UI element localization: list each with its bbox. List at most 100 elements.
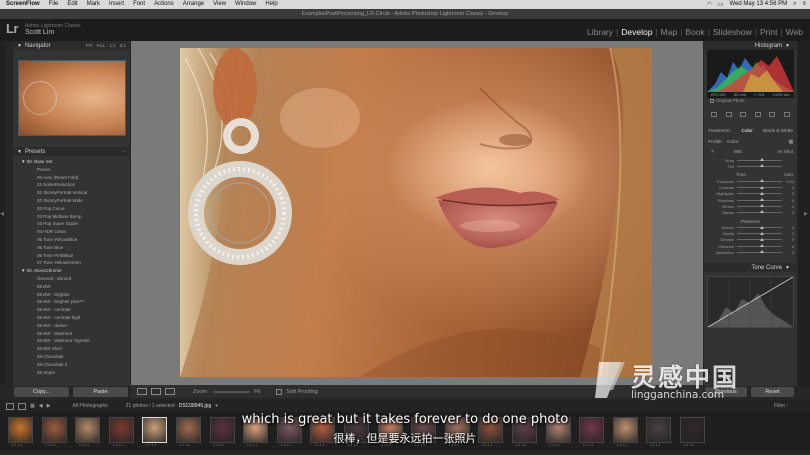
slider-knob[interactable] — [759, 191, 764, 195]
filmstrip-source[interactable]: All Photographs — [72, 403, 107, 409]
battery-icon[interactable]: ▭ — [718, 1, 724, 8]
tone-curve-header[interactable]: Tone Curve ▼ — [704, 263, 797, 273]
preset-item[interactable]: 59 BW - contrast high — [13, 314, 130, 322]
slider-track[interactable] — [737, 191, 782, 195]
preset-item[interactable]: 03 Pop Midtone Bump — [13, 213, 130, 221]
collapse-right-icon[interactable]: ▶ — [804, 211, 808, 217]
search-icon[interactable]: ⌕ — [793, 1, 796, 8]
menu-arrange[interactable]: Arrange — [183, 0, 204, 9]
eyedropper-icon[interactable]: ✎ — [711, 149, 715, 155]
filmstrip-view-1-icon[interactable] — [6, 402, 14, 410]
menu-font[interactable]: Font — [133, 0, 145, 9]
preset-item[interactable]: 59 BW - contrast — [13, 306, 130, 314]
slider-knob[interactable] — [759, 225, 764, 229]
preset-item[interactable]: 06 Tone Pink/Blue — [13, 252, 130, 260]
slider-track[interactable] — [737, 198, 782, 202]
slider-saturation[interactable]: Saturation 0 — [704, 249, 797, 255]
loupe-view-icon[interactable] — [137, 388, 147, 395]
preset-folder[interactable]: ▼ 08. Base Set — [13, 158, 130, 166]
module-map[interactable]: Map — [658, 27, 681, 37]
slider-value[interactable]: 0 — [782, 237, 794, 242]
slider-knob[interactable] — [759, 158, 764, 162]
filmstrip-view-2-icon[interactable] — [18, 402, 26, 410]
compare-icon[interactable] — [165, 388, 175, 395]
preset-item[interactable]: Preset — [13, 166, 130, 174]
preset-item[interactable]: 02 SkinnyPortrait Wide — [13, 197, 130, 205]
menu-clock[interactable]: Wed May 13 4:56 PM — [730, 1, 788, 8]
graduated-filter-icon[interactable] — [754, 111, 761, 117]
slider-value[interactable]: 0 — [782, 244, 794, 249]
soft-proofing-checkbox[interactable] — [276, 388, 283, 395]
slider-knob[interactable] — [759, 210, 764, 214]
slider-knob[interactable] — [759, 185, 764, 189]
menu-help[interactable]: Help — [265, 0, 277, 9]
forward-arrow-icon[interactable]: ▶ — [47, 403, 51, 409]
preset-item[interactable]: 01 NoiseReduction — [13, 181, 130, 189]
chevron-down-icon[interactable]: ▾ — [215, 403, 218, 409]
slider-track[interactable] — [737, 164, 782, 168]
slider-track[interactable] — [737, 237, 782, 241]
menu-file[interactable]: File — [49, 0, 59, 9]
profile-value[interactable]: Color — [727, 140, 738, 145]
preset-item[interactable]: 59 BW silver — [13, 345, 130, 353]
module-slideshow[interactable]: Slideshow — [710, 27, 755, 37]
histogram[interactable]: ISO 200 50 mm f / 5.6 1/200 sec — [707, 50, 794, 98]
module-book[interactable]: Book — [682, 27, 707, 37]
preset-item[interactable]: 00 Auto (Reset Fold) — [13, 174, 130, 182]
slider-value[interactable]: 0.00 — [782, 179, 794, 184]
slider-value[interactable]: 0 — [782, 198, 794, 203]
radial-filter-icon[interactable] — [769, 111, 776, 117]
before-after-icon[interactable] — [151, 388, 161, 395]
slider-track[interactable] — [737, 158, 782, 162]
wb-value[interactable]: As Shot — [777, 149, 793, 154]
slider-track[interactable] — [737, 231, 782, 235]
back-arrow-icon[interactable]: ◀ — [39, 403, 43, 409]
preset-item[interactable]: 05 Tone Yellow/Blue — [13, 236, 130, 244]
slider-knob[interactable] — [759, 164, 764, 168]
module-library[interactable]: Library — [584, 27, 616, 37]
preset-item[interactable]: 04 HDR Clean — [13, 228, 130, 236]
menu-window[interactable]: Window — [235, 0, 256, 9]
add-preset-icon[interactable]: − — [123, 149, 126, 154]
crop-tool-icon[interactable] — [711, 111, 718, 117]
treatment-bw[interactable]: Black & White — [763, 129, 793, 134]
collapse-left-icon[interactable]: ◀ — [0, 211, 4, 217]
preset-item[interactable]: 59 BW — [13, 283, 130, 291]
red-eye-icon[interactable] — [740, 111, 747, 117]
paste-settings-button[interactable]: Paste — [73, 387, 128, 397]
slider-value[interactable]: 0 — [782, 191, 794, 196]
slider-knob[interactable] — [759, 179, 764, 183]
treatment-color[interactable]: Color — [741, 129, 752, 134]
menu-mark[interactable]: Mark — [87, 0, 100, 9]
module-develop[interactable]: Develop — [618, 27, 655, 37]
slider-track[interactable] — [737, 179, 782, 183]
preset-folder[interactable]: ▼ 08. MonoChrome — [13, 267, 130, 275]
slider-knob[interactable] — [759, 237, 764, 241]
module-web[interactable]: Web — [783, 27, 806, 37]
presets-header[interactable]: ▼ Presets − — [13, 147, 130, 156]
slider-value[interactable]: 0 — [782, 250, 794, 255]
tone-auto-button[interactable]: Auto — [784, 172, 793, 177]
preset-item[interactable]: 59 Sepia — [13, 369, 130, 377]
slider-value[interactable]: 0 — [782, 185, 794, 190]
preset-item[interactable]: 59 BW - brighter — [13, 291, 130, 299]
left-panel-edge[interactable]: ◀ — [0, 41, 5, 386]
slider-knob[interactable] — [759, 250, 764, 254]
menu-edit[interactable]: Edit — [67, 0, 77, 9]
slider-value[interactable]: 0 — [782, 204, 794, 209]
preset-item[interactable]: 59 Chocolate 2 — [13, 361, 130, 369]
preset-item[interactable]: 06 Tone Blue — [13, 244, 130, 252]
preset-item[interactable]: 59 BW - brighter plus*** — [13, 298, 130, 306]
histogram-header[interactable]: Histogram ▼ — [704, 41, 797, 50]
nav-opt-1to1[interactable]: 1:1 — [109, 43, 115, 48]
preset-item[interactable]: 59 BW - Washout Vignette — [13, 337, 130, 345]
navigator-preview[interactable] — [17, 60, 126, 136]
preset-item[interactable]: 59 BW - darker — [13, 322, 130, 330]
preset-item[interactable]: 03 Pop Super Duper — [13, 220, 130, 228]
portrait-photo[interactable] — [180, 48, 652, 377]
preset-item[interactable]: 59 Chocolate — [13, 353, 130, 361]
adjustment-brush-icon[interactable] — [783, 111, 790, 117]
slider-track[interactable] — [737, 225, 782, 229]
preset-item[interactable]: 03 Pop Curve — [13, 205, 130, 213]
preset-item[interactable]: 02 SkinnyPortrait Vertical — [13, 189, 130, 197]
